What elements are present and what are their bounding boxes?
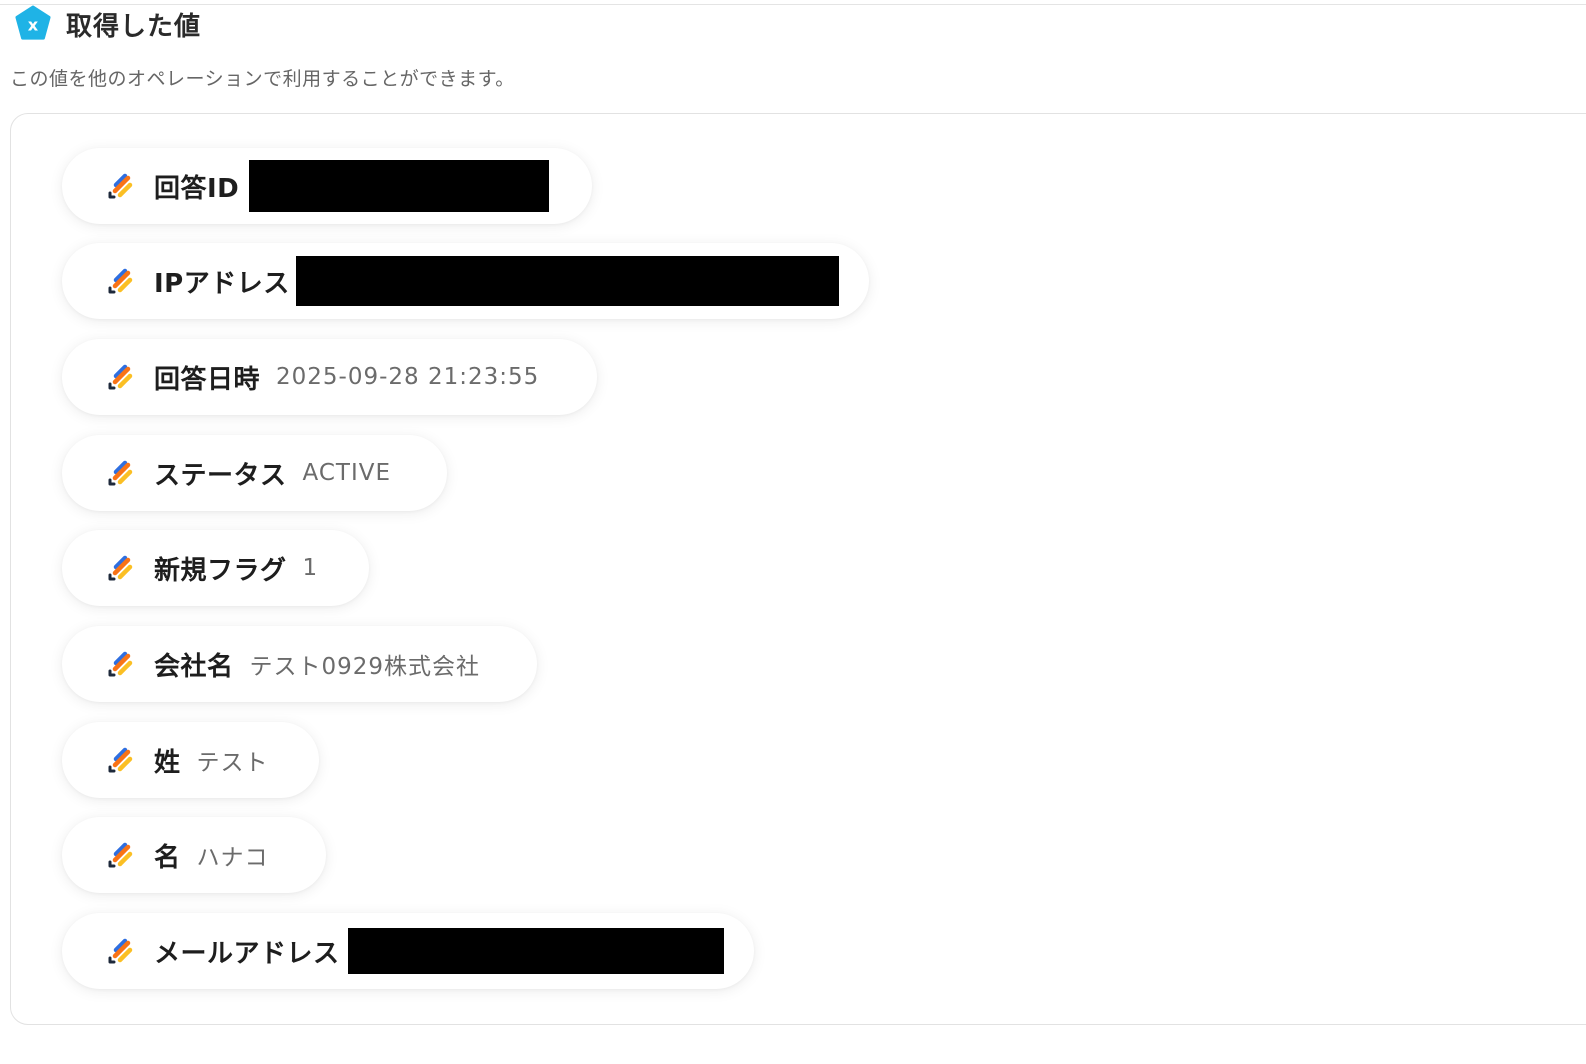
field-value: テスト bbox=[196, 750, 269, 776]
form-app-icon bbox=[108, 173, 133, 199]
field-label: 会社名 bbox=[154, 651, 234, 682]
field-label: 新規フラグ bbox=[154, 555, 287, 586]
redacted-value bbox=[347, 928, 724, 974]
field-value: 1 bbox=[302, 555, 319, 581]
field-pill-email[interactable]: メールアドレス bbox=[62, 913, 754, 989]
x-variable-icon: x bbox=[15, 5, 51, 40]
field-value: ACTIVE bbox=[302, 460, 392, 486]
field-label: ステータス bbox=[154, 460, 287, 491]
form-app-icon bbox=[108, 842, 133, 868]
field-value: テスト0929株式会社 bbox=[249, 654, 481, 680]
field-label: 名 bbox=[154, 842, 181, 873]
top-divider bbox=[0, 4, 1586, 5]
field-pill-first-name[interactable]: 名 ハナコ bbox=[62, 817, 326, 893]
section-title: 取得した値 bbox=[66, 11, 202, 42]
form-app-icon bbox=[108, 555, 133, 581]
field-pill-last-name[interactable]: 姓 テスト bbox=[62, 722, 319, 798]
field-pill-response-id[interactable]: 回答ID bbox=[62, 148, 592, 224]
section-header: x 取得した値 bbox=[14, 4, 201, 44]
redacted-value bbox=[295, 256, 839, 306]
redacted-value bbox=[249, 160, 550, 212]
svg-text:x: x bbox=[28, 16, 39, 35]
field-pill-company-name[interactable]: 会社名 テスト0929株式会社 bbox=[62, 626, 537, 702]
field-value: 2025-09-28 21:23:55 bbox=[276, 364, 540, 390]
field-label: 回答日時 bbox=[154, 364, 261, 395]
field-pill-new-flag[interactable]: 新規フラグ 1 bbox=[62, 530, 369, 606]
section-description: この値を他のオペレーションで利用することができます。 bbox=[10, 68, 515, 90]
form-app-icon bbox=[108, 651, 133, 677]
form-app-icon bbox=[108, 268, 133, 294]
form-app-icon bbox=[108, 938, 133, 964]
field-pill-ip-address[interactable]: IPアドレス bbox=[62, 243, 869, 319]
field-label: IPアドレス bbox=[154, 268, 290, 299]
field-pill-status[interactable]: ステータス ACTIVE bbox=[62, 435, 447, 511]
form-app-icon bbox=[108, 747, 133, 773]
form-app-icon bbox=[108, 460, 133, 486]
field-label: 姓 bbox=[154, 747, 181, 778]
field-pill-response-datetime[interactable]: 回答日時 2025-09-28 21:23:55 bbox=[62, 339, 597, 415]
form-app-icon bbox=[108, 364, 133, 390]
field-label: メールアドレス bbox=[154, 938, 340, 969]
field-value: ハナコ bbox=[196, 845, 269, 871]
field-label: 回答ID bbox=[154, 173, 240, 204]
